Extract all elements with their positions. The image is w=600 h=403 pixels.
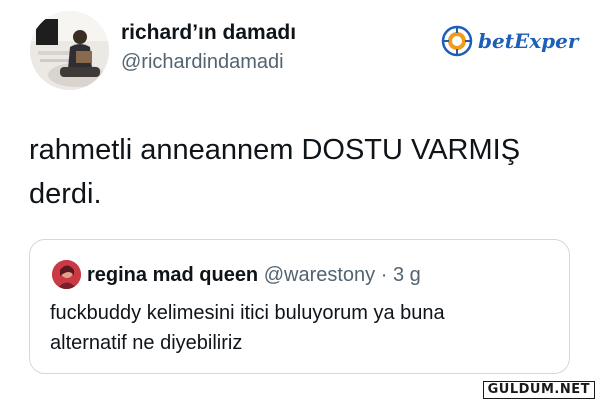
quoted-author-avatar[interactable] (52, 260, 81, 289)
quoted-timestamp[interactable]: 3 g (393, 264, 421, 286)
avatar-photo (30, 11, 109, 90)
quoted-tweet-text: fuckbuddy kelimesini itici buluyorum ya … (50, 298, 550, 358)
quoted-tweet-header: regina mad queen @warestony · 3 g (87, 262, 421, 288)
separator-dot: · (375, 264, 393, 286)
betexper-logo: betExper (440, 24, 580, 60)
betexper-logo-text: betExper (478, 29, 580, 53)
quoted-author-handle[interactable]: @warestony (264, 264, 375, 286)
quoted-text-line: fuckbuddy kelimesini itici buluyorum ya … (50, 302, 445, 324)
author-display-name[interactable]: richard’ın damadı (121, 21, 296, 45)
quoted-avatar-photo (52, 260, 81, 289)
quoted-tweet-card[interactable]: regina mad queen @warestony · 3 g fuckbu… (29, 239, 570, 374)
betexper-logo-graphic: betExper (441, 25, 580, 57)
tweet-text: rahmetli anneannem DOSTU VARMIŞ derdi. (29, 128, 579, 216)
author-avatar[interactable] (30, 11, 109, 90)
quoted-author-name[interactable]: regina mad queen (87, 264, 258, 286)
quoted-text-line: alternatif ne diyebiliriz (50, 332, 243, 354)
tweet: richard’ın damadı @richardindamadi betEx… (0, 0, 600, 403)
tweet-text-line: rahmetli anneannem DOSTU VARMIŞ (29, 134, 521, 166)
tweet-text-line: derdi. (29, 178, 102, 210)
author-handle[interactable]: @richardindamadi (121, 51, 284, 74)
watermark: GULDUM.NET (482, 381, 595, 399)
